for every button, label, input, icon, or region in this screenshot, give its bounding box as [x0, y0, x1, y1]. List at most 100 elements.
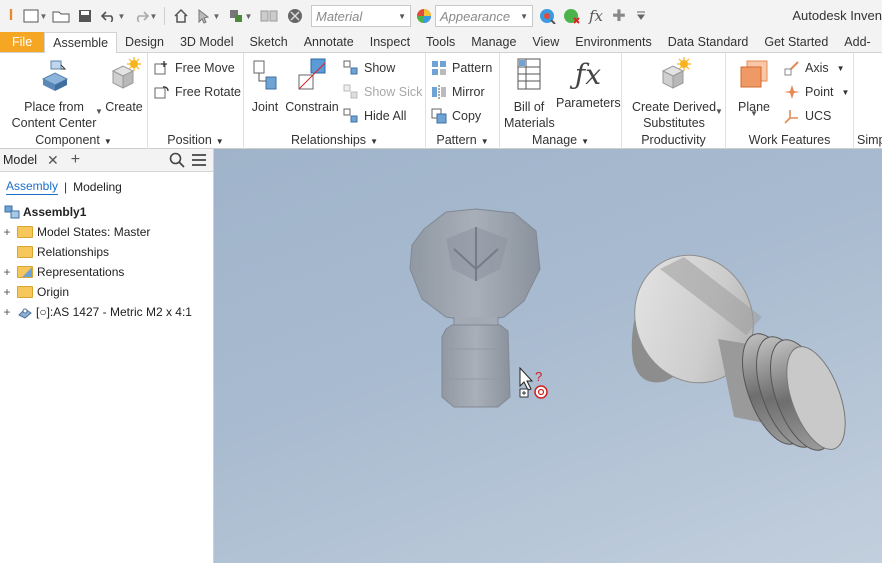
tree-expander[interactable]: + — [0, 265, 14, 279]
tab-file[interactable]: File — [0, 32, 45, 52]
close-browser-icon[interactable]: ✕ — [47, 152, 59, 169]
mode-modeling[interactable]: Modeling — [73, 180, 122, 194]
place-dropdown-icon[interactable]: ▼ — [95, 107, 103, 116]
tree-item-representations[interactable]: + Representations — [0, 262, 213, 282]
copy-label: Copy — [452, 109, 482, 123]
create-derived-substitutes-button[interactable]: Create Derived Substitutes — [626, 57, 722, 131]
axis-button[interactable]: Axis ▼ — [784, 58, 845, 78]
customize-qat-icon[interactable] — [631, 4, 651, 28]
display-style-icon[interactable] — [283, 4, 307, 28]
position-panel-title[interactable]: Position ▼ — [148, 133, 243, 147]
tree-expander[interactable]: + — [0, 305, 14, 319]
pattern-button[interactable]: Pattern — [431, 58, 492, 78]
show-relationships-icon — [343, 60, 358, 75]
parameters-button[interactable]: ƒx Parameters — [556, 57, 621, 111]
new-file-icon[interactable]: ▼ — [22, 4, 48, 28]
appearance-color-icon[interactable] — [413, 4, 435, 28]
plane-dropdown-icon[interactable]: ▼ — [750, 109, 758, 118]
plane-button[interactable]: Plane — [730, 57, 778, 115]
tab-data-standard[interactable]: Data Standard — [660, 32, 757, 52]
ucs-button[interactable]: UCS — [784, 106, 831, 126]
create-button[interactable]: Create — [104, 57, 144, 115]
tab-add-ins[interactable]: Add- — [836, 32, 878, 52]
place-from-content-center-button[interactable]: Place from Content Center — [6, 57, 102, 131]
tab-get-started[interactable]: Get Started — [756, 32, 836, 52]
search-icon[interactable] — [169, 152, 185, 168]
tab-view[interactable]: View — [524, 32, 567, 52]
manage-panel-title[interactable]: Manage ▼ — [500, 133, 621, 147]
select-icon[interactable]: ▼ — [193, 4, 223, 28]
pattern-title-text: Pattern — [436, 133, 477, 147]
countersunk-screw-model[interactable] — [614, 236, 857, 459]
bom-line1: Bill of — [513, 100, 545, 114]
create-component-icon — [111, 57, 141, 89]
mode-separator: | — [64, 180, 68, 194]
tree-expander[interactable]: + — [0, 225, 14, 239]
save-icon[interactable] — [74, 4, 96, 28]
tab-tools[interactable]: Tools — [418, 32, 463, 52]
tab-annotate[interactable]: Annotate — [296, 32, 362, 52]
tab-design[interactable]: Design — [117, 32, 172, 52]
pattern-panel-title[interactable]: Pattern ▼ — [426, 133, 499, 147]
tab-sketch[interactable]: Sketch — [241, 32, 295, 52]
selection-filter-icon[interactable]: ▼ — [225, 4, 255, 28]
constrain-label: Constrain — [285, 100, 339, 114]
inventor-logo-icon[interactable]: I — [2, 4, 20, 28]
undo-icon[interactable]: ▼ — [98, 4, 128, 28]
tree-item-part-screw[interactable]: + [○]:AS 1427 - Metric M2 x 4:1 — [0, 302, 213, 322]
derived-dropdown-icon[interactable]: ▼ — [715, 107, 723, 116]
hamburger-menu-icon[interactable] — [191, 152, 207, 168]
appearance-select[interactable]: Appearance ▼ — [435, 5, 533, 27]
mirror-button[interactable]: Mirror — [431, 82, 485, 102]
browser-tab-model[interactable]: Model — [3, 153, 37, 167]
tab-manage[interactable]: Manage — [463, 32, 524, 52]
fx-label: fx — [588, 7, 603, 25]
free-move-label: Free Move — [175, 61, 235, 75]
redo-icon[interactable]: ▼ — [130, 4, 160, 28]
position-panel: Free Move Free Rotate Position ▼ — [148, 53, 244, 149]
show-button[interactable]: Show — [343, 58, 395, 78]
relationships-panel-title[interactable]: Relationships ▼ — [244, 133, 425, 147]
tab-inspect[interactable]: Inspect — [362, 32, 418, 52]
joint-button[interactable]: Joint — [246, 57, 284, 115]
work-features-title-text: Work Features — [748, 133, 831, 147]
pattern-panel: Pattern Mirror Copy Pattern ▼ — [426, 53, 500, 149]
project-icon[interactable] — [257, 4, 281, 28]
productivity-panel: Create Derived Substitutes ▼ Productivit… — [622, 53, 726, 149]
manage-panel: Bill of Materials ƒx Parameters Manage ▼ — [500, 53, 622, 149]
free-move-button[interactable]: Free Move — [154, 58, 235, 78]
cursor-query-mark: ? — [535, 369, 542, 384]
component-panel-title[interactable]: Component ▼ — [0, 133, 147, 147]
copy-button[interactable]: Copy — [431, 106, 481, 126]
tab-3d-model[interactable]: 3D Model — [172, 32, 242, 52]
tree-expander[interactable]: + — [0, 285, 14, 299]
material-select[interactable]: Material ▼ — [311, 5, 411, 27]
folder-icon — [17, 246, 33, 258]
tab-environments[interactable]: Environments — [567, 32, 659, 52]
tree-item-label: Model States: Master — [37, 225, 151, 239]
mode-assembly[interactable]: Assembly — [6, 179, 59, 195]
add-browser-tab-icon[interactable]: + — [71, 151, 80, 169]
tree-item-relationships[interactable]: Relationships — [0, 242, 213, 262]
graphics-viewport[interactable]: ? — [214, 149, 882, 563]
simplification-panel-title: Simp — [857, 133, 882, 147]
tree-item-assembly[interactable]: Assembly1 — [0, 202, 213, 222]
open-folder-icon[interactable] — [50, 4, 72, 28]
home-icon[interactable] — [171, 4, 191, 28]
hide-all-button[interactable]: Hide All — [343, 106, 406, 126]
show-sick-button[interactable]: Show Sick — [343, 82, 422, 102]
axis-label: Axis — [805, 61, 829, 75]
parameters-label: Parameters — [556, 96, 621, 110]
tree-item-model-states[interactable]: + Model States: Master — [0, 222, 213, 242]
free-rotate-button[interactable]: Free Rotate — [154, 82, 241, 102]
clear-appearance-icon[interactable] — [561, 4, 583, 28]
add-icon[interactable]: ✚ — [609, 4, 629, 28]
point-button[interactable]: Point ▼ — [784, 82, 849, 102]
constrain-button[interactable]: Constrain — [284, 57, 340, 115]
adjust-appearance-icon[interactable] — [537, 4, 559, 28]
hide-all-label: Hide All — [364, 109, 407, 123]
tab-assemble[interactable]: Assemble — [44, 32, 118, 54]
fx-parameters-icon[interactable]: fx — [585, 4, 607, 28]
tree-item-origin[interactable]: + Origin — [0, 282, 213, 302]
bill-of-materials-button[interactable]: Bill of Materials — [504, 57, 555, 131]
